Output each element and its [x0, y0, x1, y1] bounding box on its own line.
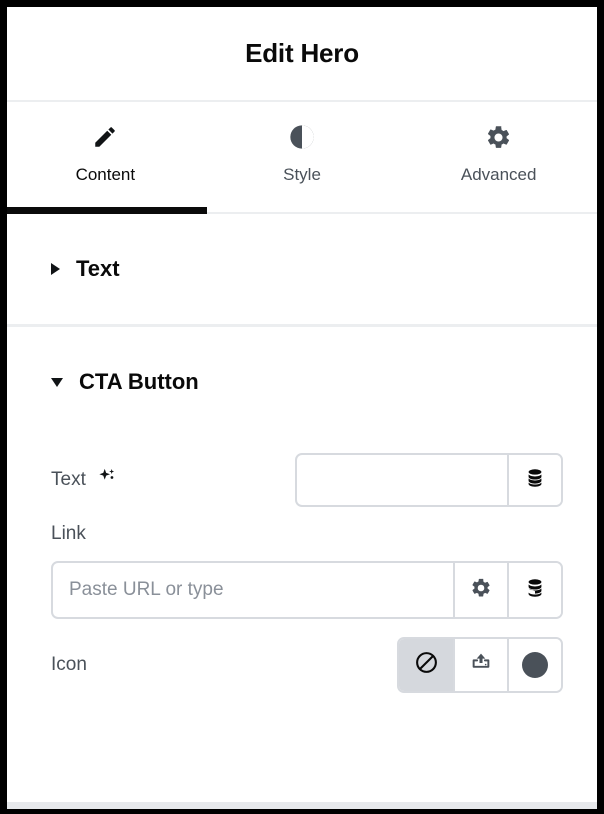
field-row-text: Text — [7, 437, 597, 523]
gear-icon — [485, 123, 512, 151]
tab-content-label: Content — [75, 165, 136, 184]
database-icon — [524, 577, 546, 604]
link-input-group — [51, 561, 563, 619]
section-body-cta-button: Text Link Paste URL or type Icon — [7, 437, 597, 711]
tab-style[interactable]: Style — [204, 102, 401, 212]
field-label-text-value: Text — [51, 469, 86, 490]
field-label-text: Text — [51, 466, 118, 494]
page-title: Edit Hero — [245, 38, 359, 68]
icon-option-shape[interactable] — [507, 639, 561, 691]
contrast-icon — [288, 123, 316, 151]
cta-text-data-button[interactable] — [507, 455, 561, 505]
screenshot-root: Edit Hero Content Style Advanced Text CT… — [0, 0, 604, 814]
sparkles-icon[interactable] — [96, 466, 118, 494]
chevron-right-icon — [51, 263, 60, 275]
field-row-link: Link — [7, 523, 597, 619]
cta-link-data-button[interactable] — [507, 563, 561, 617]
text-input-group — [295, 453, 563, 507]
tab-advanced[interactable]: Advanced — [400, 102, 597, 212]
upload-icon — [468, 650, 494, 681]
section-title-cta-button: CTA Button — [79, 369, 199, 394]
cta-text-input[interactable] — [297, 455, 507, 505]
panel-header: Edit Hero — [7, 7, 597, 102]
tab-bar: Content Style Advanced — [7, 102, 597, 214]
tab-advanced-label: Advanced — [460, 165, 537, 184]
icon-type-segmented-control — [397, 637, 563, 693]
field-row-icon: Icon — [7, 619, 597, 711]
field-label-icon: Icon — [51, 654, 87, 675]
filled-circle-icon — [522, 652, 548, 678]
pencil-icon — [92, 123, 118, 151]
tab-style-label: Style — [283, 165, 321, 184]
gear-icon — [470, 577, 492, 604]
cta-link-settings-button[interactable] — [453, 563, 507, 617]
chevron-down-icon — [51, 377, 63, 387]
database-icon — [524, 467, 546, 494]
horizontal-scrollbar[interactable] — [7, 802, 597, 809]
icon-option-none[interactable] — [399, 639, 453, 691]
section-header-text[interactable]: Text — [7, 214, 597, 324]
tab-content[interactable]: Content — [7, 102, 204, 212]
cta-link-input[interactable] — [53, 563, 453, 617]
edit-hero-panel: Edit Hero Content Style Advanced Text CT… — [7, 7, 597, 809]
icon-option-upload[interactable] — [453, 639, 507, 691]
circle-slash-icon — [414, 650, 439, 680]
field-label-link: Link — [51, 523, 86, 544]
active-tab-indicator — [7, 207, 207, 214]
section-title-text: Text — [76, 256, 120, 281]
section-header-cta-button[interactable]: CTA Button — [7, 327, 597, 437]
